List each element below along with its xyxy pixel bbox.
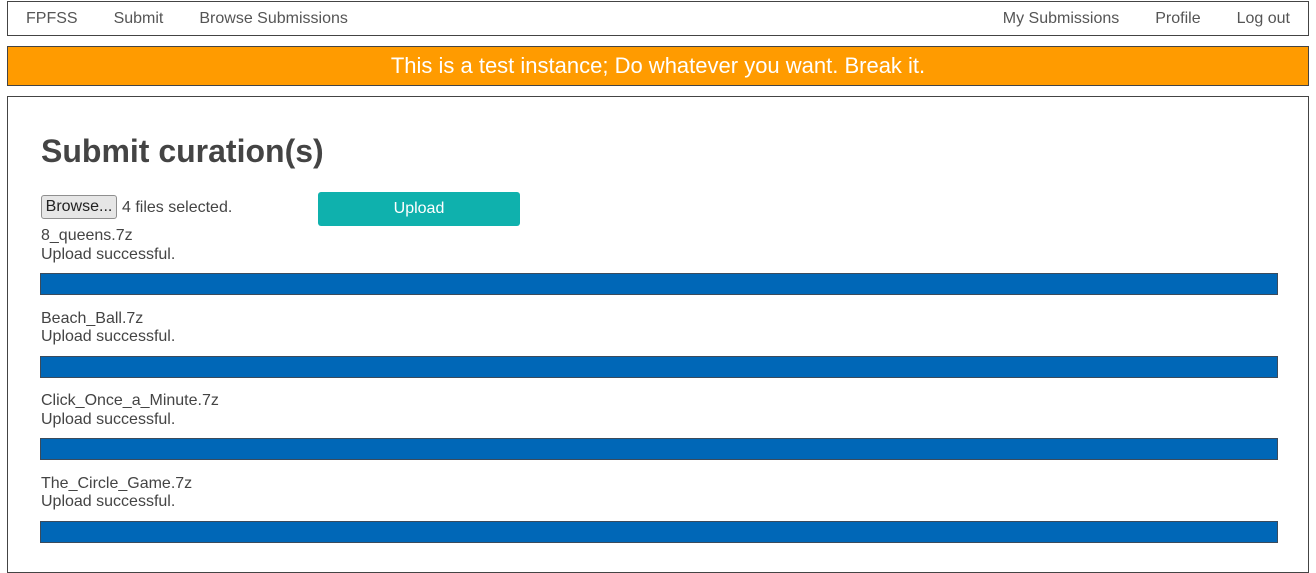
files-selected-label: 4 files selected. (122, 199, 233, 216)
upload-item: The_Circle_Game.7z Upload successful. (40, 475, 1278, 558)
nav-link-submit[interactable]: Submit (96, 2, 182, 35)
upload-status: Upload successful. (41, 328, 176, 345)
upload-status: Upload successful. (41, 493, 176, 510)
upload-progress-fill (41, 439, 1277, 459)
upload-item: Beach_Ball.7z Upload successful. (40, 310, 1278, 393)
nav-link-my-submissions[interactable]: My Submissions (985, 2, 1137, 35)
nav-link-browse-submissions[interactable]: Browse Submissions (181, 2, 366, 35)
upload-progress-bar (40, 355, 1278, 378)
nav-link-profile[interactable]: Profile (1137, 2, 1218, 35)
upload-item: Click_Once_a_Minute.7z Upload successful… (40, 392, 1278, 475)
nav-link-fpfss[interactable]: FPFSS (8, 2, 96, 35)
nav-right-group: My Submissions Profile Log out (985, 2, 1308, 35)
page-title: Submit curation(s) (41, 133, 324, 169)
upload-item: 8_queens.7z Upload successful. (40, 227, 1278, 310)
main-panel: Submit curation(s) Browse... 4 files sel… (7, 96, 1309, 573)
upload-progress-bar (40, 438, 1278, 460)
upload-progress-bar (40, 273, 1278, 295)
upload-file-name: 8_queens.7z (41, 227, 133, 244)
upload-status: Upload successful. (41, 245, 176, 263)
upload-progress-bar (40, 520, 1278, 543)
nav-left-group: FPFSS Submit Browse Submissions (8, 2, 366, 35)
upload-progress-fill (41, 356, 1277, 377)
top-navbar: FPFSS Submit Browse Submissions My Submi… (7, 1, 1309, 36)
upload-button[interactable]: Upload (318, 192, 520, 226)
browse-button[interactable]: Browse... (41, 195, 117, 219)
test-instance-banner: This is a test instance; Do whatever you… (7, 46, 1309, 86)
nav-link-log-out[interactable]: Log out (1219, 2, 1308, 35)
upload-list: 8_queens.7z Upload successful. Beach_Bal… (40, 227, 1278, 557)
upload-progress-fill (41, 274, 1277, 294)
upload-file-name: Beach_Ball.7z (41, 309, 144, 327)
upload-file-name: The_Circle_Game.7z (41, 474, 193, 492)
upload-file-name: Click_Once_a_Minute.7z (41, 392, 219, 409)
upload-status: Upload successful. (41, 410, 176, 428)
upload-progress-fill (41, 521, 1277, 542)
